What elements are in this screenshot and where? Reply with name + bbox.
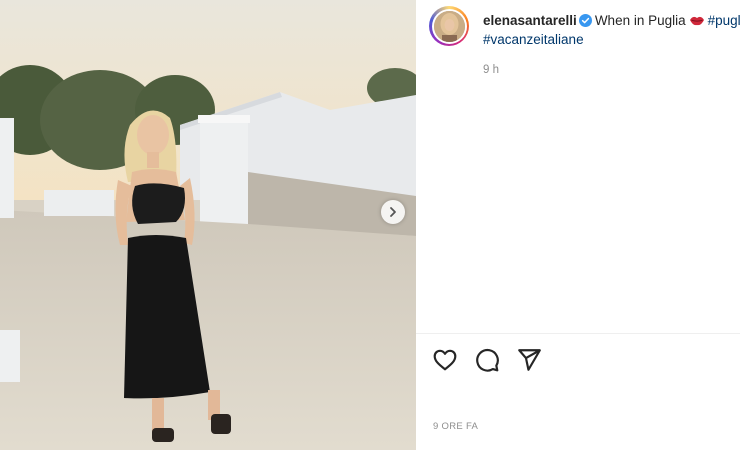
comment-timestamp: 9 h — [483, 64, 499, 76]
avatar-image — [433, 10, 465, 42]
hashtag-link[interactable]: #puglia — [708, 13, 740, 28]
photo-image — [0, 0, 416, 450]
caption-text: When in Puglia — [594, 13, 686, 28]
post-details-panel: elenasantarelli When in Puglia #puglia #va… — [416, 0, 740, 450]
chevron-right-icon — [390, 207, 396, 217]
divider — [416, 333, 740, 334]
verified-badge-icon — [578, 14, 592, 27]
post-timestamp[interactable]: 9 ORE FA — [433, 421, 478, 432]
post-photo[interactable] — [0, 0, 416, 450]
avatar[interactable] — [429, 6, 469, 46]
heart-icon[interactable] — [432, 347, 458, 373]
lips-emoji-icon — [689, 16, 704, 26]
action-bar — [432, 347, 542, 373]
hashtag-link[interactable]: #vacanzeitaliane — [483, 32, 584, 47]
username-link[interactable]: elenasantarelli — [483, 13, 577, 28]
send-icon[interactable] — [516, 347, 542, 373]
next-photo-button[interactable] — [381, 200, 405, 224]
post-caption: elenasantarelli When in Puglia #puglia #va… — [483, 11, 740, 49]
comment-icon[interactable] — [474, 347, 500, 373]
